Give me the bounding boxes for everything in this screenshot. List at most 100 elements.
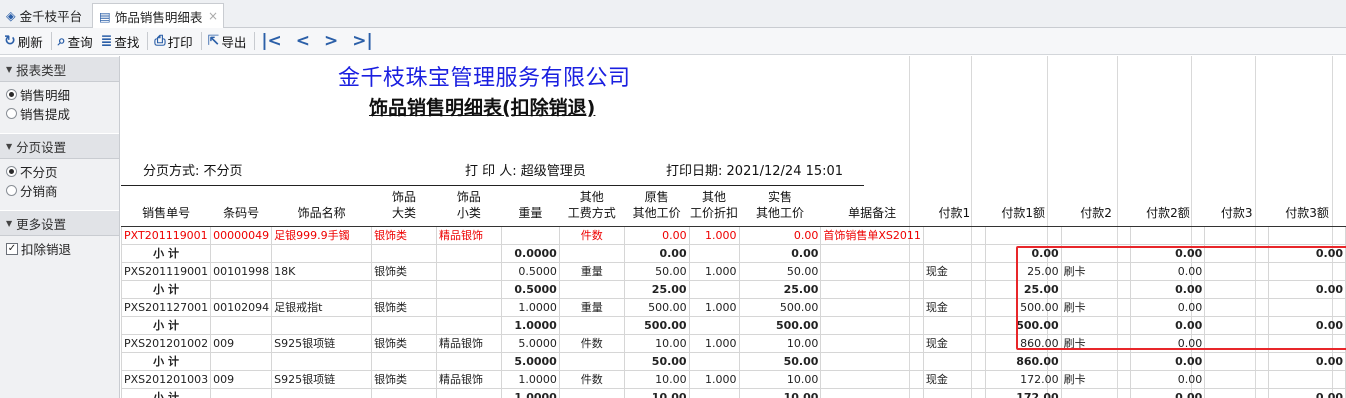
radio-sales-commission[interactable]: 销售提成 — [6, 104, 119, 123]
table-cell: 现金 — [922, 297, 986, 317]
table-cell — [922, 387, 986, 398]
table-cell: 500.00 — [738, 297, 822, 317]
table-cell: 小 计 — [121, 315, 212, 335]
table-cell: 小 计 — [121, 351, 212, 371]
table-cell — [558, 315, 625, 335]
option-label: 分销商 — [20, 184, 58, 199]
refresh-button[interactable]: ↻ 刷新 — [4, 32, 43, 51]
table-cell: 50.00 — [623, 261, 690, 281]
table-cell — [922, 243, 986, 263]
table-cell: 0.0000 — [500, 243, 560, 263]
company-name: 金千枝珠宝管理服务有限公司 — [338, 66, 631, 91]
table-cell: PXS201119001 — [121, 261, 212, 281]
section-paging[interactable]: ▼ 分页设置 — [0, 133, 119, 159]
table-cell: 0.00 — [738, 243, 822, 263]
query-label: 查询 — [67, 34, 93, 50]
subtotal-row[interactable]: 小 计 1.0000 10.00 10.00 172.00 0.00 0.00 — [121, 387, 1346, 398]
table-cell — [820, 261, 924, 281]
last-page-icon[interactable]: >| — [352, 32, 372, 50]
printer-value: 超级管理员 — [520, 164, 586, 179]
report-area[interactable]: 金千枝珠宝管理服务有限公司 饰品销售明细表(扣除销退) 分页方式: 不分页 打 … — [121, 56, 1346, 398]
checkbox-label: 扣除销退 — [21, 242, 72, 257]
table-cell: 500.00 — [623, 315, 690, 335]
table-cell: 足银999.9手镯 — [271, 225, 373, 245]
table-cell — [922, 225, 986, 245]
tab-platform[interactable]: ◈ 金千枝平台 — [0, 3, 92, 28]
tab-platform-label: 金千枝平台 — [19, 9, 83, 24]
option-label: 销售提成 — [20, 107, 71, 122]
table-cell — [210, 279, 273, 299]
table-cell — [820, 369, 924, 389]
table-cell: 足银戒指t — [271, 297, 373, 317]
table-row[interactable]: PXT201119001 00000049 足银999.9手镯 银饰类 精品银饰 件数 0.… — [121, 225, 1346, 245]
table-cell: 00102094 — [210, 297, 273, 317]
toolbar: ↻ 刷新 ⌕ 查询 ≣ 查找 ⎙ 打印 ⇱ 导出 |< < > >| — [0, 28, 1346, 55]
close-icon[interactable]: × — [208, 9, 218, 23]
table-cell: 1.0000 — [500, 369, 560, 389]
section-title: 更多设置 — [16, 216, 67, 232]
table-cell — [820, 351, 924, 371]
table-cell: 银饰类 — [371, 225, 437, 245]
radio-sales-detail[interactable]: 销售明细 — [6, 85, 119, 104]
next-page-icon[interactable]: > — [324, 32, 338, 50]
table-cell — [820, 297, 924, 317]
table-cell — [558, 387, 625, 398]
find-button[interactable]: ≣ 查找 — [101, 32, 140, 51]
table-cell: 18K — [271, 261, 373, 281]
table-cell: 25.00 — [623, 279, 690, 299]
radio-no-paging[interactable]: 不分页 — [6, 162, 119, 181]
settings-sidebar: ▼ 报表类型 销售明细 销售提成 ▼ 分页设置 不分页 分销商 ▼ 更多设置 ✓ 扣除销… — [0, 56, 120, 398]
column-header: 付款1 — [923, 186, 986, 227]
table-cell: 5.0000 — [500, 333, 560, 353]
table-cell — [688, 351, 740, 371]
export-button[interactable]: ⇱ 导出 — [208, 32, 247, 51]
table-row[interactable]: PXS201201003 009 S925银项链 银饰类 精品银饰 1.0000 件数 10.… — [121, 369, 1346, 389]
table-cell: 1.0000 — [500, 297, 560, 317]
prev-page-icon[interactable]: < — [296, 32, 310, 50]
app-logo-icon: ◈ — [6, 8, 16, 23]
table-cell: 现金 — [922, 333, 986, 353]
table-cell: 50.00 — [738, 261, 822, 281]
table-cell: 25.00 — [738, 279, 822, 299]
section-more-settings[interactable]: ▼ 更多设置 — [0, 210, 119, 236]
find-label: 查找 — [114, 34, 140, 50]
table-cell — [210, 315, 273, 335]
table-cell: 10.00 — [738, 387, 822, 398]
table-cell: PXS201201002 — [121, 333, 212, 353]
table-cell: 1.000 — [688, 261, 740, 281]
column-header: 单据备注 — [820, 186, 924, 227]
table-cell: 0.5000 — [500, 261, 560, 281]
printer-icon: ⎙ — [154, 33, 166, 49]
collapse-icon: ▼ — [6, 141, 13, 151]
collapse-icon: ▼ — [6, 64, 13, 74]
section-report-type[interactable]: ▼ 报表类型 — [0, 56, 119, 82]
table-cell — [688, 315, 740, 335]
table-cell: 10.00 — [623, 387, 690, 398]
table-cell — [820, 387, 924, 398]
table-cell: 172.00 — [984, 387, 1062, 398]
tab-sales-detail[interactable]: ▤ 饰品销售明细表 × — [92, 3, 224, 28]
table-cell: 精品银饰 — [435, 369, 502, 389]
table-cell: PXS201201003 — [121, 369, 212, 389]
print-button[interactable]: ⎙ 打印 — [154, 32, 192, 51]
table-cell — [371, 243, 437, 263]
table-cell: 银饰类 — [371, 261, 437, 281]
table-cell: 1.000 — [688, 369, 740, 389]
checkbox-checked-icon: ✓ — [6, 242, 18, 255]
table-cell: 5.0000 — [500, 351, 560, 371]
table-cell: 50.00 — [738, 351, 822, 371]
section-title: 分页设置 — [16, 139, 67, 155]
query-button[interactable]: ⌕ 查询 — [58, 32, 93, 51]
checkbox-deduct-returns[interactable]: ✓ 扣除销退 — [6, 239, 119, 258]
table-cell: 10.00 — [738, 369, 822, 389]
table-cell: 现金 — [922, 261, 986, 281]
table-cell — [820, 315, 924, 335]
table-cell — [922, 351, 986, 371]
radio-distributor[interactable]: 分销商 — [6, 181, 119, 200]
subtotal-row[interactable]: 小 计 5.0000 50.00 50.00 860.00 0.00 0.00 — [121, 351, 1346, 371]
column-header: 付款3额 — [1268, 186, 1346, 227]
table-cell — [435, 351, 502, 371]
first-page-icon[interactable]: |< — [261, 32, 281, 50]
table-cell — [371, 387, 437, 398]
table-cell: 00101998 — [210, 261, 273, 281]
